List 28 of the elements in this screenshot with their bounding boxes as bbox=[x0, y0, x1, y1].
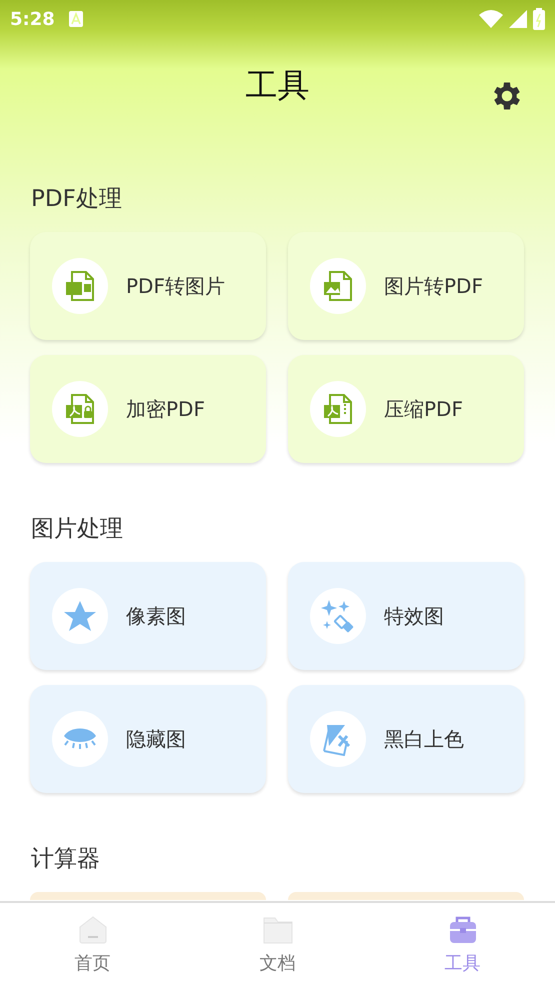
toolbox-icon bbox=[448, 915, 478, 945]
page-title: 工具 bbox=[246, 64, 310, 106]
section-title: 计算器 bbox=[31, 845, 101, 874]
pdf-lock-icon bbox=[63, 392, 97, 426]
wifi-icon bbox=[479, 10, 503, 28]
tool-card[interactable]: 特效图 bbox=[288, 562, 524, 670]
tool-card[interactable]: 黑白上色 bbox=[288, 685, 524, 793]
pdf-zip-icon bbox=[321, 392, 355, 426]
pdf-to-image-icon bbox=[63, 269, 97, 303]
tool-card[interactable]: 加密PDF bbox=[30, 355, 266, 463]
battery-icon bbox=[533, 8, 545, 30]
image-to-pdf-icon bbox=[321, 269, 355, 303]
nav-tab[interactable]: 文档 bbox=[185, 903, 370, 988]
signal-icon bbox=[509, 10, 527, 28]
section-title: PDF处理 bbox=[31, 185, 123, 214]
magic-wand-icon bbox=[321, 599, 355, 633]
section-title: 图片处理 bbox=[31, 515, 124, 544]
star-icon bbox=[63, 600, 97, 632]
tool-card[interactable]: 图片转PDF bbox=[288, 232, 524, 340]
folder-icon bbox=[262, 915, 294, 945]
tool-card[interactable]: 像素图 bbox=[30, 562, 266, 670]
tool-card[interactable]: 隐藏图 bbox=[30, 685, 266, 793]
tool-card[interactable]: 压缩PDF bbox=[288, 355, 524, 463]
status-time: 5:28 bbox=[10, 8, 55, 30]
tool-card[interactable]: PDF转图片 bbox=[30, 232, 266, 340]
home-icon bbox=[78, 915, 108, 945]
nav-tab[interactable]: 首页 bbox=[0, 903, 185, 988]
notification-icon bbox=[68, 11, 83, 27]
